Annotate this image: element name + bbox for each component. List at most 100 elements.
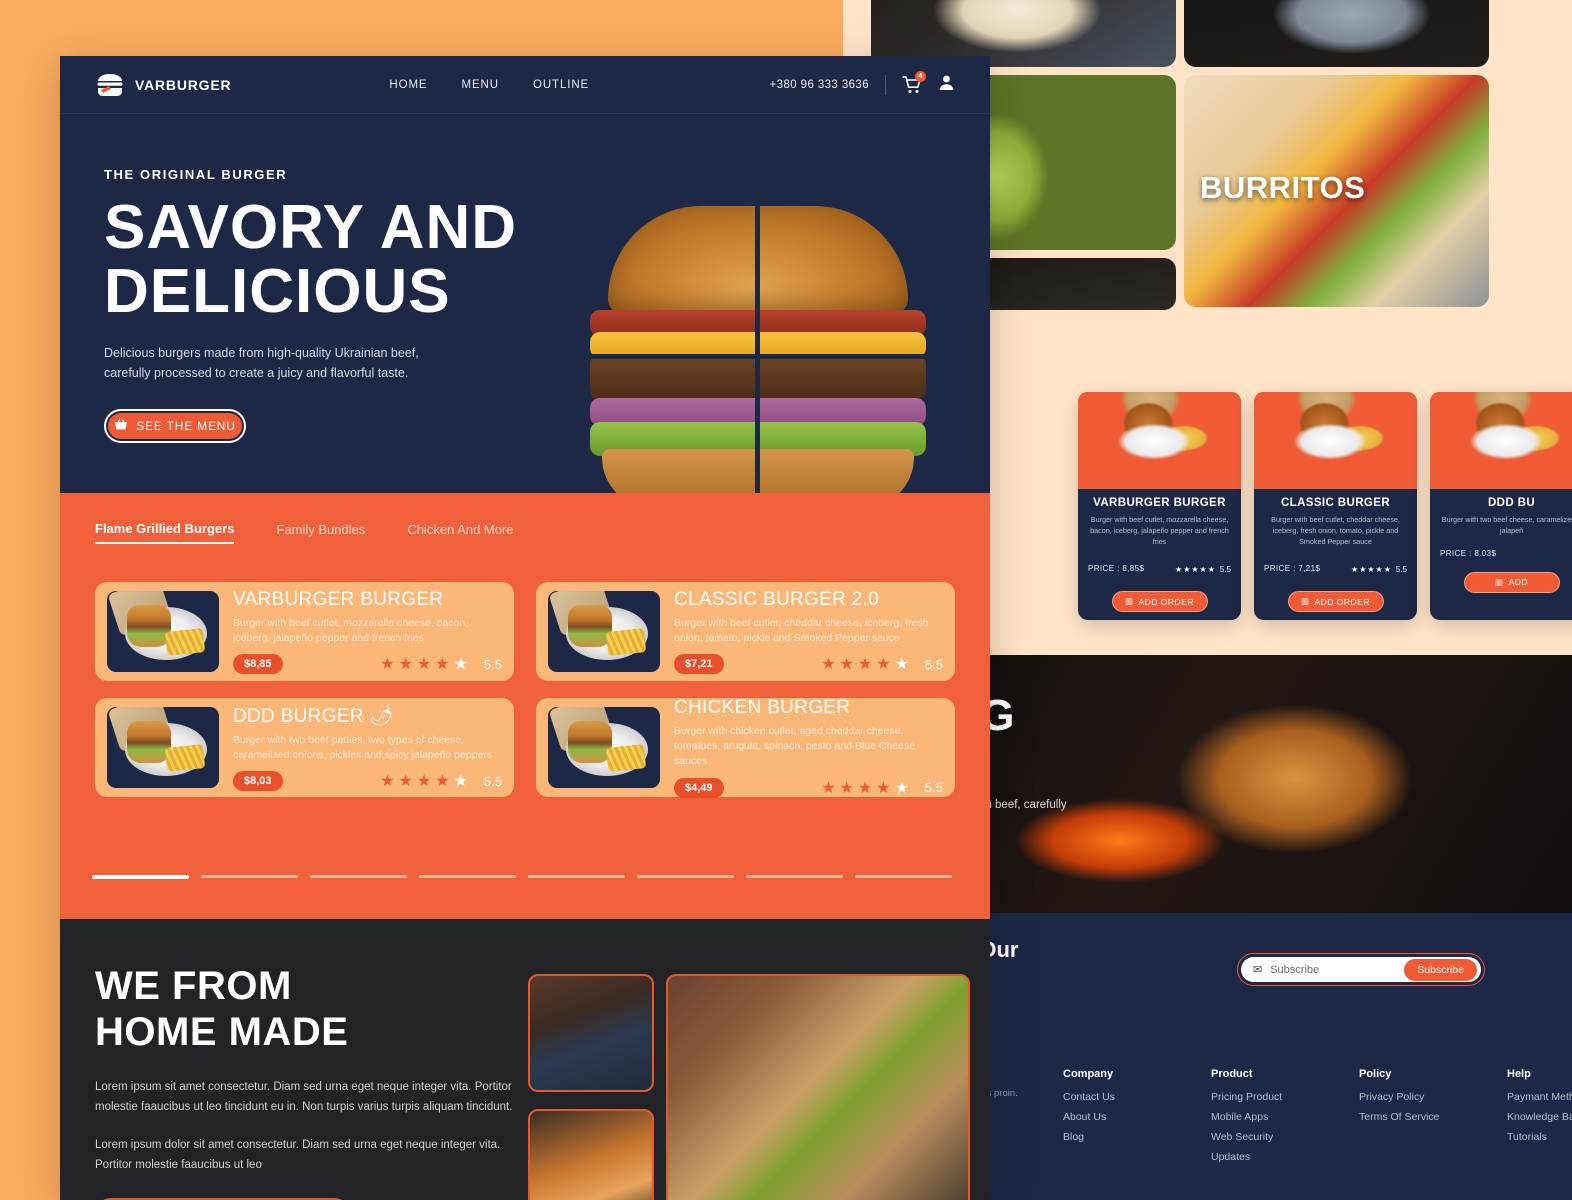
carousel-dash[interactable] <box>310 875 407 878</box>
bg-footer-link[interactable]: Contact Us <box>1063 1091 1159 1103</box>
envelope-icon: ✉ <box>1253 964 1263 976</box>
bg-footer-col-title: Product <box>1211 1068 1253 1080</box>
menu-item-price: $7,21 <box>674 654 724 675</box>
menu-tabs: Flame Grillied Burgers Family Bundles Ch… <box>95 521 955 544</box>
basket-icon: ▥ <box>1300 596 1310 607</box>
bg-add-order-button[interactable]: ▥ ADD ORDER <box>1287 591 1384 613</box>
menu-item[interactable]: CHICKEN BURGER Burger with chicken cutle… <box>536 697 955 798</box>
bg-card-desc: Burger with two beef cheese, caramelized… <box>1441 515 1572 535</box>
bg-card-desc: Burger with beef cutlet, cheddar cheese,… <box>1271 515 1400 546</box>
gallery-image-dining-room <box>666 974 970 1200</box>
cart-badge: 4 <box>915 70 926 82</box>
bg-product-card[interactable]: CLASSIC BURGER Burger with beef cutlet, … <box>1254 392 1417 620</box>
bg-subscribe-button[interactable]: Subscribe <box>1404 958 1477 981</box>
bg-card-rating: 5.5 <box>1395 565 1407 575</box>
user-icon[interactable] <box>938 74 955 96</box>
basket-icon: ▥ <box>1495 576 1504 587</box>
menu-items-grid: VARBURGER BURGER Burger with beef cutlet… <box>95 582 955 798</box>
menu-item-name: CHICKEN BURGER <box>674 697 851 719</box>
bg-card-image <box>1254 392 1417 489</box>
bg-add-order-button[interactable]: ▥ ADD ORDER <box>1111 591 1208 613</box>
bg-card-desc: Burger with beef cutlet, mozzarella chee… <box>1090 515 1229 546</box>
bg-footer-link[interactable]: Knowledge Base <box>1507 1111 1572 1123</box>
bg-card-price: PRICE : 8.03$ <box>1440 548 1497 558</box>
menu-item-rating: 5.5 <box>483 656 502 672</box>
site-header: VARBURGER HOME MENU OUTLINE +380 96 333 … <box>60 56 990 114</box>
bg-footer-link[interactable]: Terms Of Service <box>1359 1111 1455 1123</box>
basket-icon <box>114 418 128 434</box>
bg-card-price: PRICE : 7,21$ <box>1264 563 1321 573</box>
bg-add-order-label: ADD ORDER <box>1138 596 1195 607</box>
bg-footer-column-help: Help Paymant Method Knowledge Base Tutor… <box>1507 1068 1572 1171</box>
bg-card-title: DDD BU <box>1487 497 1536 509</box>
carousel-indicators <box>92 875 952 879</box>
bg-product-card[interactable]: DDD BU Burger with two beef cheese, cara… <box>1430 392 1572 620</box>
menu-item-rating: 5.5 <box>924 656 943 672</box>
screenshot-stage: S AND BURRITOS VARBURGER BURGER Burger w… <box>0 0 1572 1200</box>
bg-card-stars: ★★★★★ <box>1351 565 1392 575</box>
menu-item[interactable]: CLASSIC BURGER 2.0 Burger with beef cutl… <box>536 582 955 681</box>
bg-footer-link[interactable]: About Us <box>1063 1111 1159 1123</box>
menu-item-desc: Burger with two beef patties, two types … <box>233 733 493 761</box>
bg-footer-link[interactable]: Tutorials <box>1507 1131 1572 1143</box>
bg-footer-link[interactable]: Paymant Method <box>1507 1091 1572 1103</box>
menu-item-image <box>548 707 660 788</box>
home-made-paragraph-2: Lorem ipsum dolor sit amet consectetur. … <box>95 1139 501 1172</box>
carousel-dash[interactable] <box>855 875 952 878</box>
foreground-mockup: VARBURGER HOME MENU OUTLINE +380 96 333 … <box>60 56 990 1200</box>
bg-footer-link[interactable]: Blog <box>1063 1131 1159 1143</box>
carousel-dash[interactable] <box>92 875 189 879</box>
header-actions: +380 96 333 3636 4 <box>770 70 955 96</box>
bg-card-title: CLASSIC BURGER <box>1280 497 1391 509</box>
logo[interactable]: VARBURGER <box>95 71 231 99</box>
phone-number[interactable]: +380 96 333 3636 <box>770 79 869 91</box>
bg-product-card[interactable]: VARBURGER BURGER Burger with beef cutlet… <box>1078 392 1241 620</box>
bg-footer-link[interactable]: Mobile Apps <box>1211 1111 1307 1123</box>
menu-item-name: CLASSIC BURGER 2.0 <box>674 588 879 610</box>
cart-icon[interactable]: 4 <box>902 70 926 95</box>
bg-footer-link[interactable]: Updates <box>1211 1151 1307 1163</box>
tab-chicken-and-more[interactable]: Chicken And More <box>407 522 513 543</box>
carousel-dash[interactable] <box>528 875 625 878</box>
bg-footer-link[interactable]: Pricing Product <box>1211 1091 1307 1103</box>
nav-item-menu[interactable]: MENU <box>462 79 499 91</box>
burger-logo-icon <box>95 71 125 99</box>
carousel-dash[interactable] <box>201 875 298 878</box>
bg-subscribe-input[interactable]: Subscribe <box>1270 964 1396 976</box>
bg-card-title: VARBURGER BURGER <box>1093 497 1226 509</box>
bg-subscribe-form[interactable]: ✉ Subscribe Subscribe <box>1237 953 1485 986</box>
menu-section: Flame Grillied Burgers Family Bundles Ch… <box>60 493 990 919</box>
menu-item-image <box>548 591 660 672</box>
logo-text: VARBURGER <box>135 76 232 93</box>
bg-footer-col-title: Company <box>1063 1068 1114 1080</box>
hero-section: THE ORIGINAL BURGER SAVORY AND DELICIOUS… <box>60 114 990 525</box>
hero-burger-image <box>530 202 985 525</box>
header-divider <box>885 74 886 95</box>
carousel-dash[interactable] <box>746 875 843 878</box>
rating-stars: ★ ★ ★ ★ ★ <box>821 656 909 674</box>
bg-footer-column-company: Company Contact Us About Us Blog <box>1063 1068 1159 1171</box>
nav-item-home[interactable]: HOME <box>389 79 427 91</box>
carousel-dash[interactable] <box>637 875 734 878</box>
bg-label-burritos: BURRITOS <box>1200 170 1366 205</box>
bg-footer-link[interactable]: Web Security <box>1211 1131 1307 1143</box>
bg-footer-column-product: Product Pricing Product Mobile Apps Web … <box>1211 1068 1307 1171</box>
menu-item-rating: 5.5 <box>483 773 502 789</box>
bg-footer-col-title: Policy <box>1359 1068 1392 1080</box>
nav-item-outline[interactable]: OUTLINE <box>533 79 589 91</box>
bg-card-image <box>1430 392 1572 489</box>
menu-item[interactable]: VARBURGER BURGER Burger with beef cutlet… <box>95 582 514 681</box>
menu-item-price: $8,03 <box>233 771 283 792</box>
see-the-menu-button[interactable]: SEE THE MENU <box>104 408 246 443</box>
bg-footer-link[interactable]: Privacy Policy <box>1359 1091 1455 1103</box>
home-made-title-line2: HOME MADE <box>95 1010 349 1054</box>
tab-flame-grillied-burgers[interactable]: Flame Grillied Burgers <box>95 521 235 544</box>
hero-eyebrow: THE ORIGINAL BURGER <box>104 167 288 182</box>
rating-stars: ★ ★ ★ ★ ★ <box>380 656 468 674</box>
menu-item-name: DDD BURGER 🌶 <box>233 705 394 727</box>
bg-add-order-button[interactable]: ▥ ADD <box>1463 571 1560 593</box>
home-made-gallery <box>515 963 970 1200</box>
tab-family-bundles[interactable]: Family Bundles <box>276 522 365 543</box>
carousel-dash[interactable] <box>419 875 516 878</box>
menu-item[interactable]: DDD BURGER 🌶 Burger with two beef pattie… <box>95 698 514 797</box>
